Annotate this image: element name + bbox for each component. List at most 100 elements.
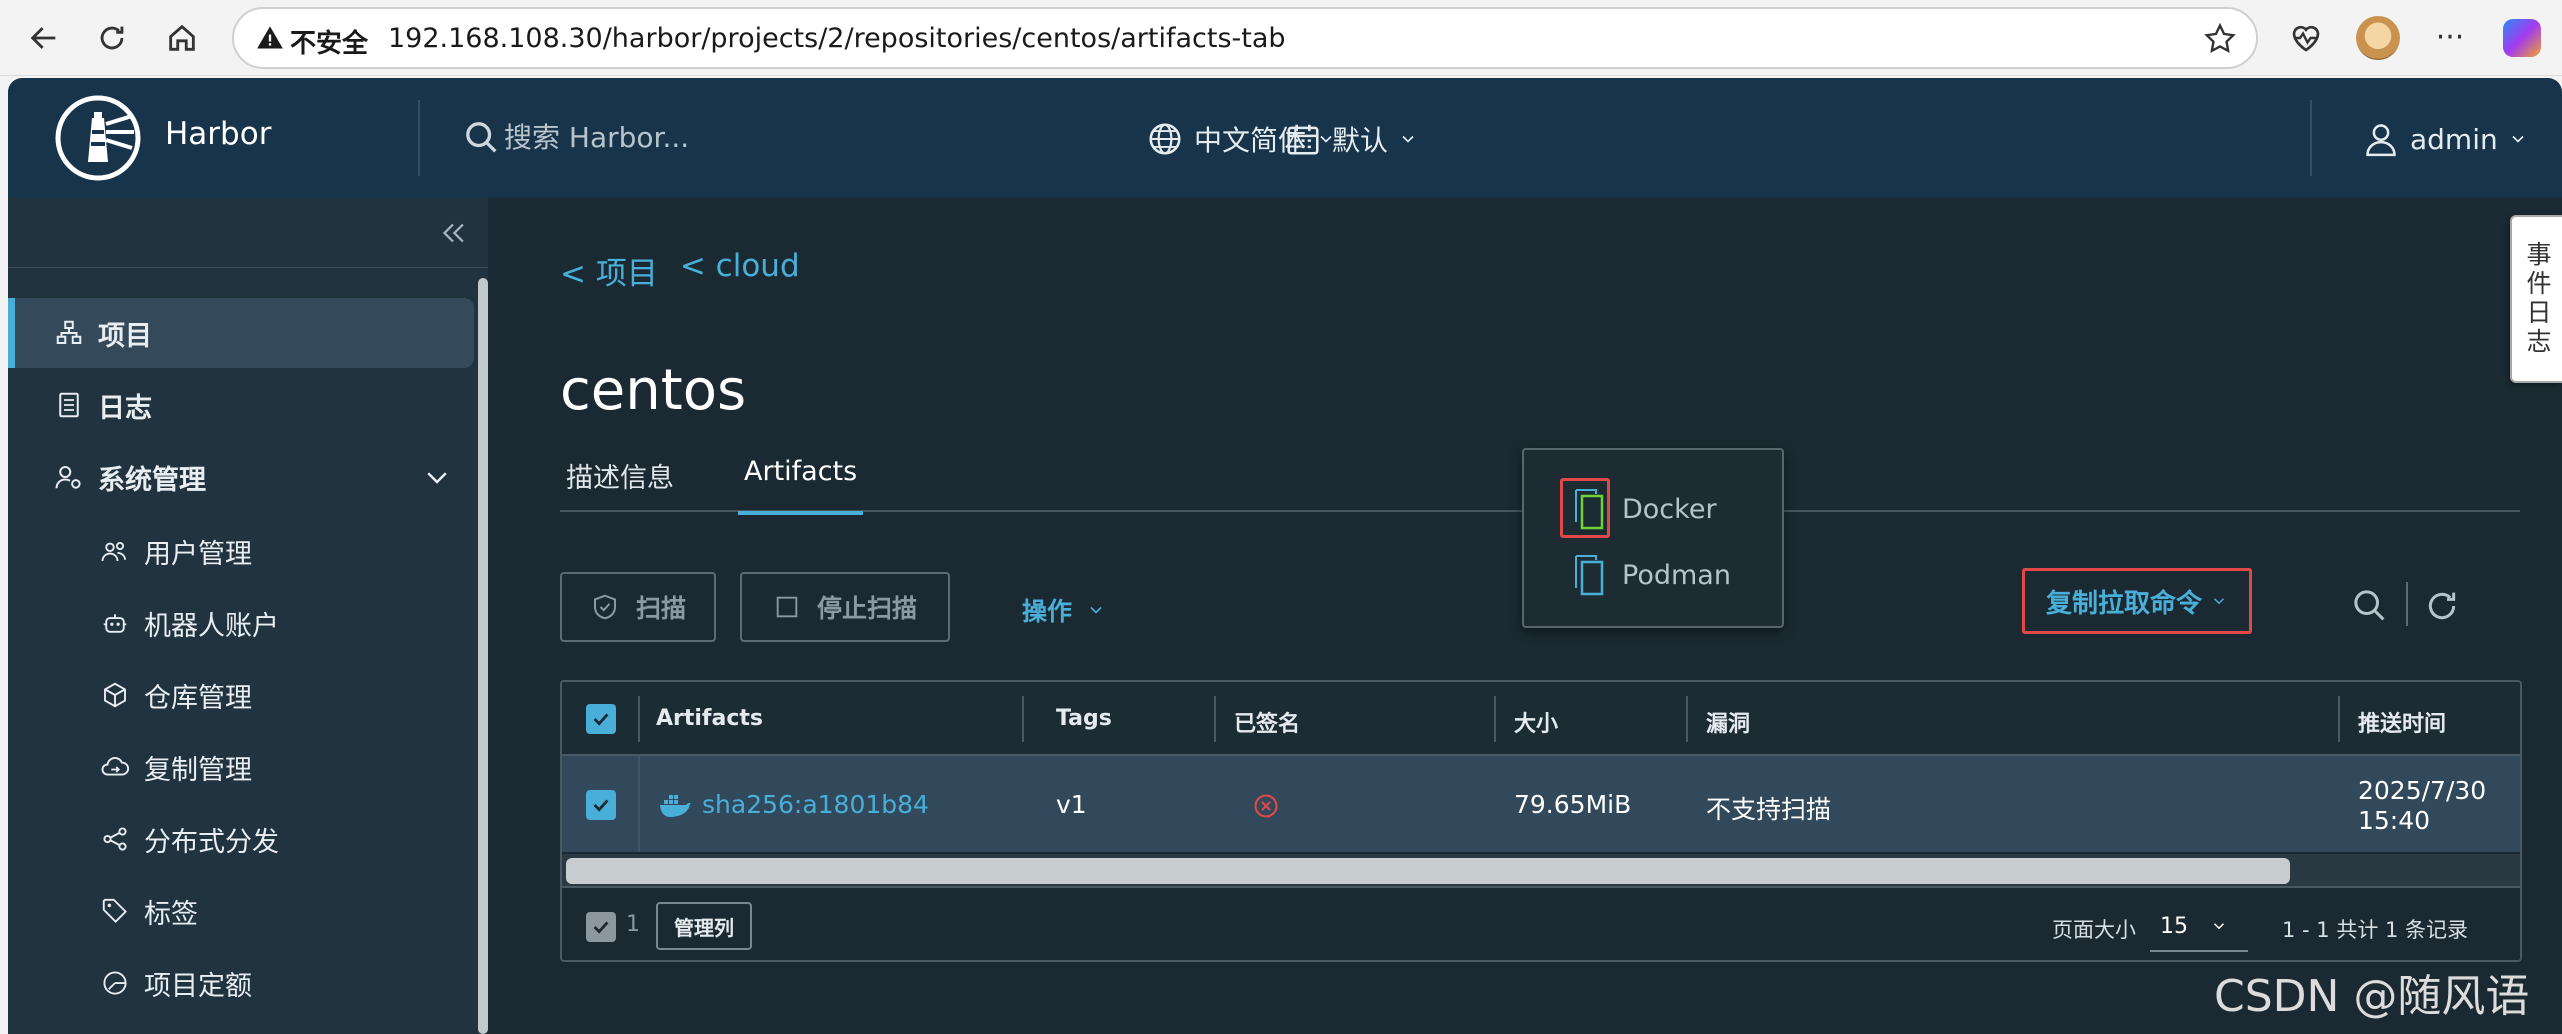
sidebar-item-label: 仓库管理 xyxy=(144,682,252,714)
search-input[interactable] xyxy=(504,112,924,162)
menu-item-docker[interactable]: Docker xyxy=(1524,476,1782,542)
user-icon xyxy=(2366,124,2396,157)
url-text[interactable]: 192.168.108.30/harbor/projects/2/reposit… xyxy=(388,23,1286,54)
column-separator[interactable] xyxy=(1214,696,1216,742)
column-header-vulnerabilities[interactable]: 漏洞 xyxy=(1706,706,1750,738)
scan-button[interactable]: 扫描 xyxy=(560,572,716,642)
menu-item-podman[interactable]: Podman xyxy=(1524,542,1782,608)
column-header-push-time[interactable]: 推送时间 xyxy=(2358,706,2446,738)
tab-artifacts[interactable]: Artifacts xyxy=(738,456,864,515)
column-header-size[interactable]: 大小 xyxy=(1514,706,1558,738)
sidebar-item-label: 日志 xyxy=(98,392,152,424)
date-format-menu[interactable]: 默认 xyxy=(1284,114,1418,164)
chevron-down-icon xyxy=(1402,135,1414,143)
check-icon xyxy=(593,921,609,934)
more-menu-icon[interactable]: ··· xyxy=(2428,16,2472,60)
sidebar-item-distributions[interactable]: 分布式分发 xyxy=(8,804,474,874)
event-log-label: 事件日志 xyxy=(2523,241,2552,357)
sidebar-item-robot-accounts[interactable]: 机器人账户 xyxy=(8,588,474,658)
profile-avatar[interactable] xyxy=(2356,16,2400,60)
sidebar-item-users[interactable]: 用户管理 xyxy=(8,516,474,586)
pagination-summary: 1 - 1 共计 1 条记录 xyxy=(2282,918,2469,942)
user-menu[interactable]: admin xyxy=(2362,114,2528,164)
page-size-select[interactable]: 15 xyxy=(2150,902,2248,952)
sidebar-item-labels[interactable]: 标签 xyxy=(8,876,474,946)
harbor-header: Harbor 中文简体 默认 admin xyxy=(8,78,2562,198)
sidebar-item-logs[interactable]: 日志 xyxy=(8,370,474,440)
sidebar-item-label: 机器人账户 xyxy=(144,610,279,642)
selected-count: 1 xyxy=(626,912,640,937)
sidebar-item-label: 项目定额 xyxy=(144,970,252,1002)
warning-icon xyxy=(257,26,283,49)
replication-icon xyxy=(101,757,130,776)
back-button[interactable] xyxy=(20,14,68,62)
select-all-checkbox[interactable] xyxy=(586,704,616,734)
menu-item-label: Docker xyxy=(1622,493,1717,525)
double-chevron-left-icon[interactable] xyxy=(436,216,470,250)
copilot-icon[interactable] xyxy=(2500,16,2544,60)
copy-icon xyxy=(1575,489,1604,530)
stop-scan-button[interactable]: 停止扫描 xyxy=(740,572,950,642)
artifact-tags: v1 xyxy=(1056,790,1087,819)
address-bar[interactable]: 不安全 192.168.108.30/harbor/projects/2/rep… xyxy=(232,7,2258,69)
copy-icon xyxy=(1575,555,1604,596)
event-log-tab[interactable]: 事件日志 xyxy=(2510,215,2562,383)
sidebar-item-label: 项目 xyxy=(98,320,152,352)
sidebar-item-project-quotas[interactable]: 项目定额 xyxy=(8,948,474,1018)
chevron-down-icon[interactable] xyxy=(422,462,452,492)
sidebar-item-projects[interactable]: 项目 xyxy=(8,298,474,368)
reload-button[interactable] xyxy=(88,14,136,62)
column-header-signed[interactable]: 已签名 xyxy=(1234,706,1300,738)
column-separator xyxy=(638,756,640,852)
copy-pull-command-button[interactable]: 复制拉取命令 xyxy=(2022,568,2252,634)
manage-columns-button[interactable]: 管理列 xyxy=(656,902,752,950)
health-icon[interactable] xyxy=(2284,16,2328,60)
favorite-star-icon[interactable] xyxy=(2202,21,2238,57)
stop-scan-label: 停止扫描 xyxy=(816,594,917,623)
column-separator[interactable] xyxy=(1494,696,1496,742)
tag-icon xyxy=(102,898,127,923)
column-separator[interactable] xyxy=(2338,696,2340,742)
docker-whale-icon xyxy=(660,795,691,817)
artifact-digest-link[interactable]: sha256:a1801b84 xyxy=(702,790,929,819)
selected-checkbox xyxy=(586,912,616,942)
table-row[interactable]: sha256:a1801b84 v1 79.65MiB 不支持扫描 2025/7… xyxy=(562,756,2520,852)
breadcrumb-cloud-link[interactable]: < cloud xyxy=(680,248,800,293)
sidebar-item-registries[interactable]: 仓库管理 xyxy=(8,660,474,730)
search-icon xyxy=(466,122,497,153)
column-separator[interactable] xyxy=(1686,696,1688,742)
column-header-artifacts[interactable]: Artifacts xyxy=(656,706,763,731)
toolbar-separator xyxy=(2406,582,2408,626)
watermark: CSDN @随风语 xyxy=(2214,971,2530,1022)
row-checkbox[interactable] xyxy=(586,790,616,820)
table-footer: 1 管理列 页面大小 15 1 - 1 共计 1 条记录 xyxy=(562,886,2520,960)
horizontal-scrollbar-thumb[interactable] xyxy=(566,858,2290,884)
sidebar-item-label: 用户管理 xyxy=(144,538,252,570)
sidebar-scrollbar[interactable] xyxy=(478,278,488,1034)
column-header-tags[interactable]: Tags xyxy=(1056,706,1112,731)
check-icon xyxy=(593,713,609,726)
artifact-push-date: 2025/7/30 xyxy=(2358,776,2487,805)
sidebar-item-label: 系统管理 xyxy=(98,464,206,496)
breadcrumb: < 项目 < cloud xyxy=(560,248,800,293)
refresh-icon[interactable] xyxy=(2422,586,2462,626)
insecure-label: 不安全 xyxy=(290,29,369,59)
tab-description[interactable]: 描述信息 xyxy=(560,456,680,512)
sidebar-collapse-bar xyxy=(8,198,488,268)
browser-toolbar: 不安全 192.168.108.30/harbor/projects/2/rep… xyxy=(0,0,2562,76)
home-button[interactable] xyxy=(158,14,206,62)
shield-icon xyxy=(593,594,616,620)
app-name[interactable]: Harbor xyxy=(165,116,271,152)
column-separator[interactable] xyxy=(1022,696,1024,742)
table-header: Artifacts Tags 已签名 大小 漏洞 推送时间 xyxy=(562,682,2520,756)
column-separator xyxy=(638,696,640,742)
sidebar-item-replications[interactable]: 复制管理 xyxy=(8,732,474,802)
distribution-icon xyxy=(103,827,127,851)
actions-dropdown[interactable]: 操作 xyxy=(1022,592,1106,628)
registry-icon xyxy=(104,682,126,708)
artifacts-table: Artifacts Tags 已签名 大小 漏洞 推送时间 sha256:a18… xyxy=(560,680,2522,962)
breadcrumb-projects-link[interactable]: < 项目 xyxy=(560,248,658,293)
harbor-logo-icon[interactable] xyxy=(54,94,142,182)
sidebar-item-administration[interactable]: 系统管理 xyxy=(8,442,474,512)
search-icon[interactable] xyxy=(2350,586,2390,626)
